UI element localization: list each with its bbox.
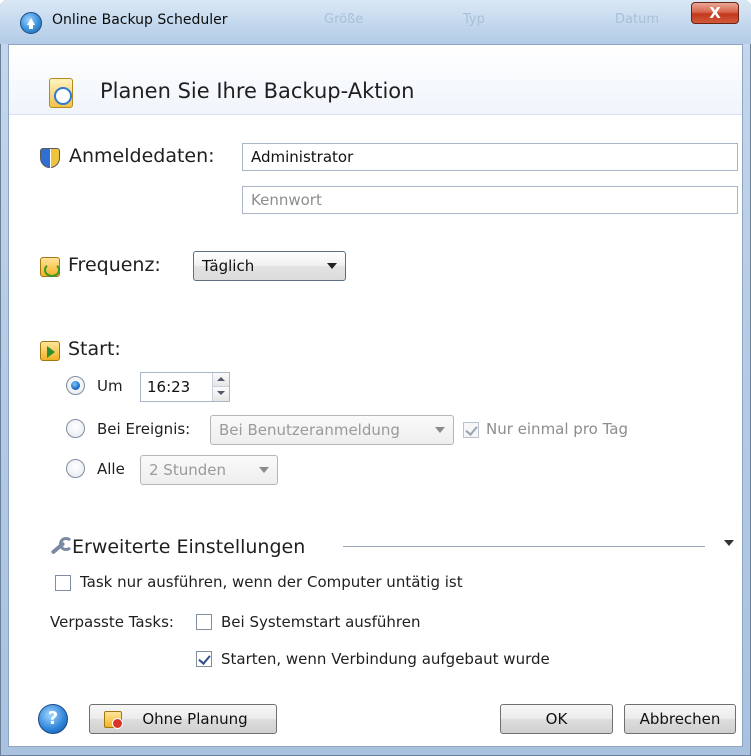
frequency-icon	[40, 257, 60, 277]
event-selected: Bei Benutzeranmeldung	[219, 421, 400, 439]
schedule-clock-icon	[49, 78, 73, 108]
time-value: 16:23	[147, 378, 191, 396]
frequency-label: Frequenz:	[68, 254, 161, 276]
run-at-startup-checkbox[interactable]	[196, 614, 212, 630]
interval-dropdown[interactable]: 2 Stunden	[140, 455, 278, 485]
frequency-selected: Täglich	[202, 257, 255, 275]
radio-at-time[interactable]	[66, 376, 85, 395]
window-title: Online Backup Scheduler	[52, 12, 228, 28]
header-band: Planen Sie Ihre Backup-Aktion	[9, 45, 742, 115]
idle-only-label: Task nur ausführen, wenn der Computer un…	[80, 573, 463, 591]
radio-on-event-label: Bei Ereignis:	[97, 420, 191, 438]
background-column-date: Datum	[615, 12, 659, 27]
event-dropdown[interactable]: Bei Benutzeranmeldung	[210, 415, 454, 445]
no-schedule-button[interactable]: Ohne Planung	[89, 704, 277, 734]
start-label: Start:	[68, 338, 121, 360]
chevron-down-icon	[259, 467, 269, 473]
app-upload-icon	[20, 12, 42, 34]
time-stepper-buttons	[212, 373, 229, 401]
frequency-dropdown[interactable]: Täglich	[193, 251, 346, 281]
ok-button[interactable]: OK	[500, 704, 613, 734]
radio-every[interactable]	[66, 459, 85, 478]
chevron-down-icon[interactable]	[724, 540, 734, 546]
time-stepper[interactable]: 16:23	[140, 372, 230, 402]
no-schedule-icon	[104, 711, 123, 729]
run-at-startup-label: Bei Systemstart ausführen	[221, 613, 421, 631]
title-bar[interactable]: Online Backup Scheduler Größe Typ Datum …	[0, 0, 751, 44]
start-icon	[40, 341, 60, 361]
wrench-icon	[48, 537, 73, 557]
chevron-down-icon	[435, 427, 445, 433]
no-schedule-label: Ohne Planung	[142, 710, 248, 728]
stepper-up-icon[interactable]	[213, 373, 229, 387]
page-title: Planen Sie Ihre Backup-Aktion	[100, 79, 415, 103]
close-button[interactable]: X	[691, 2, 739, 24]
start-on-connection-checkbox[interactable]	[196, 651, 212, 667]
section-divider	[343, 546, 705, 547]
background-column-size: Größe	[324, 12, 364, 27]
radio-every-label: Alle	[97, 460, 125, 478]
idle-only-checkbox[interactable]	[55, 575, 71, 591]
missed-tasks-label: Verpasste Tasks:	[50, 613, 174, 631]
chevron-down-icon	[327, 263, 337, 269]
username-field[interactable]: Administrator	[242, 143, 738, 171]
credentials-label: Anmeldedaten:	[69, 145, 215, 167]
background-column-type: Typ	[463, 12, 485, 27]
help-icon[interactable]: ?	[38, 704, 68, 734]
radio-on-event[interactable]	[66, 419, 85, 438]
password-field[interactable]: Kennwort	[242, 186, 738, 214]
shield-icon	[40, 148, 60, 168]
cancel-button[interactable]: Abbrechen	[624, 704, 736, 734]
radio-at-time-label: Um	[97, 377, 123, 395]
start-on-connection-label: Starten, wenn Verbindung aufgebaut wurde	[221, 650, 550, 668]
once-per-day-label: Nur einmal pro Tag	[486, 420, 629, 438]
interval-selected: 2 Stunden	[149, 461, 226, 479]
stepper-down-icon[interactable]	[213, 387, 229, 401]
once-per-day-checkbox[interactable]	[463, 422, 479, 438]
advanced-settings-toggle[interactable]: Erweiterte Einstellungen	[72, 536, 305, 558]
